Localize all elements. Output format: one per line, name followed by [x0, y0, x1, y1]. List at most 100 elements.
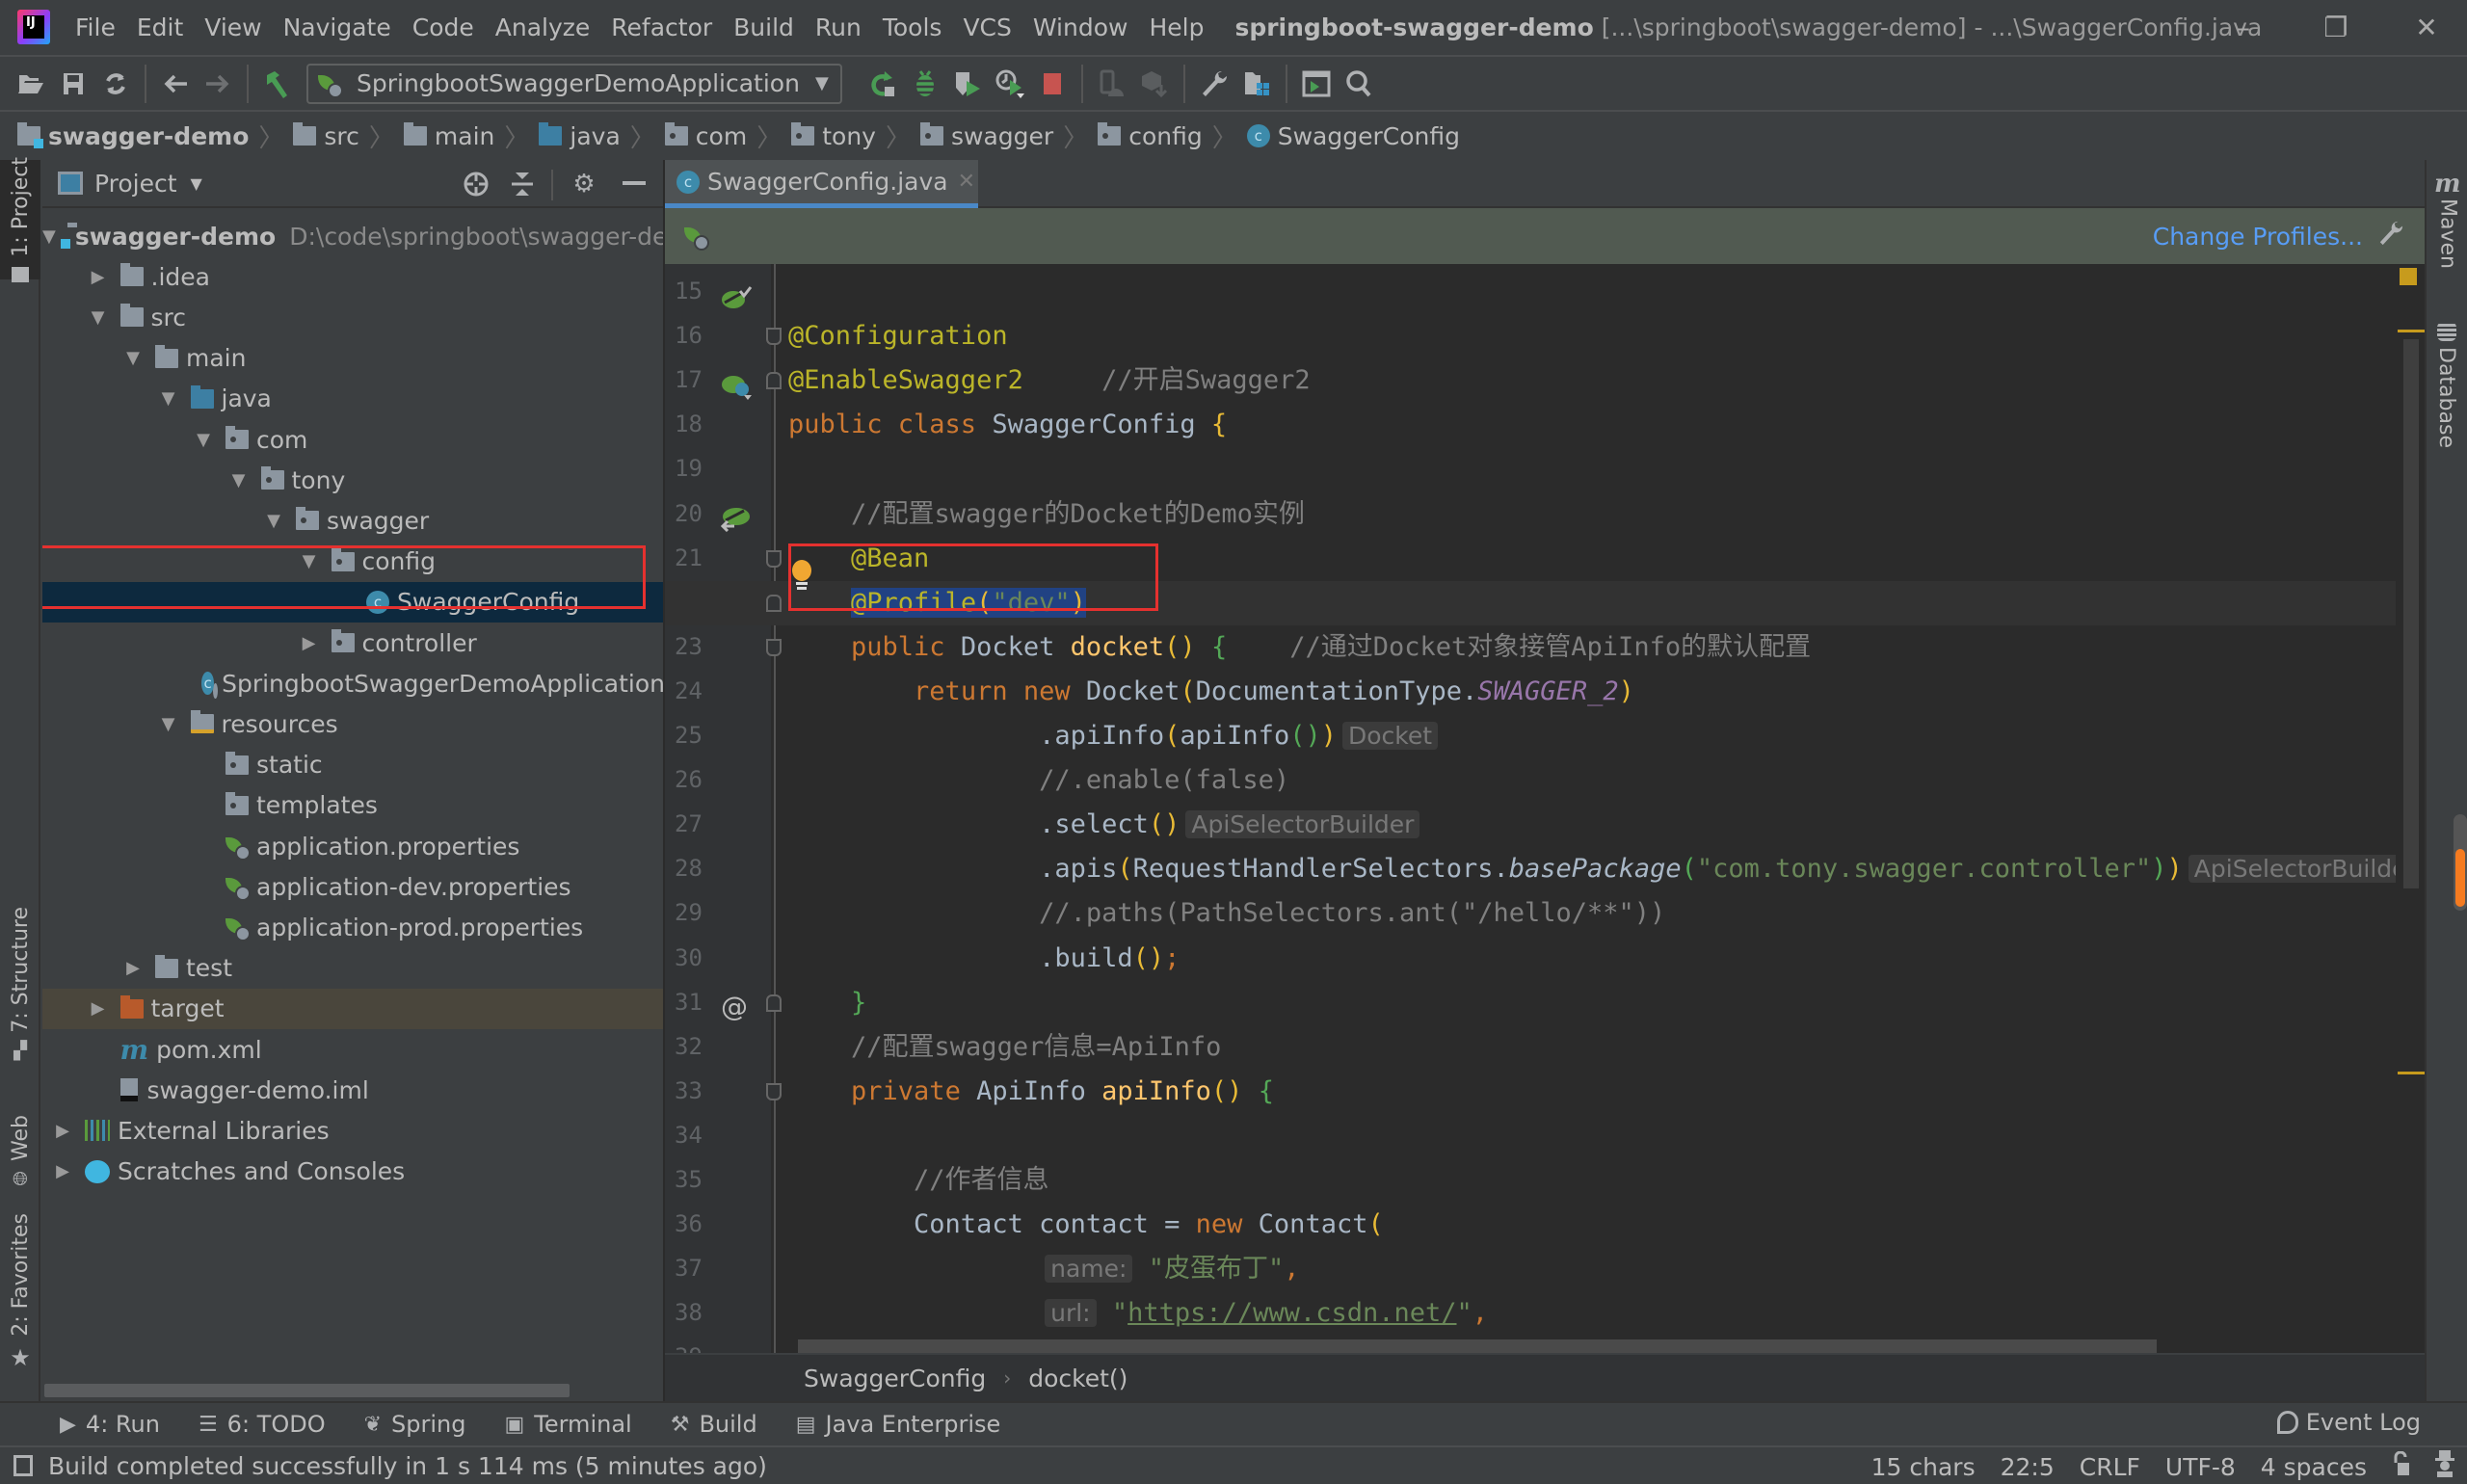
expand-arrow-icon[interactable]: ▼ — [299, 551, 320, 571]
tree-item-application-dev-properties[interactable]: application-dev.properties — [42, 866, 663, 907]
implemented-method-gutter-icon[interactable]: @ — [721, 991, 754, 1022]
tool-window-web-button[interactable]: Web 🌐︎ — [0, 1104, 40, 1201]
tree-item-scratches-and-consoles[interactable]: ▶ Scratches and Consoles — [42, 1152, 663, 1192]
menu-build[interactable]: Build — [733, 12, 794, 43]
code-line[interactable]: public class SwaggerConfig { — [665, 403, 2425, 447]
breadcrumb-item-config[interactable]: config 〉 — [1098, 119, 1247, 154]
code-line[interactable]: //配置swagger的Docket的Demo实例 — [665, 492, 2425, 537]
change-profiles-link[interactable]: Change Profiles... — [2153, 223, 2363, 251]
unlock-icon[interactable] — [2392, 1450, 2409, 1482]
tree-item-src[interactable]: ▼ src — [42, 297, 663, 337]
code-line[interactable] — [665, 447, 2425, 491]
fold-marker-icon[interactable] — [766, 328, 782, 346]
sdk-manager-icon[interactable] — [1133, 63, 1176, 105]
device-manager-icon[interactable] — [1091, 63, 1133, 105]
tool-tab-6-todo[interactable]: ☰ 6: TODO — [199, 1411, 326, 1438]
code-line[interactable]: //配置swagger信息=ApiInfo — [665, 1025, 2425, 1070]
tool-windows-toggle-icon[interactable] — [13, 1455, 33, 1476]
tree-item-static[interactable]: static — [42, 745, 663, 785]
error-stripe-marker[interactable] — [2398, 1072, 2425, 1074]
sync-icon[interactable] — [94, 63, 137, 105]
breadcrumb-item-java[interactable]: java 〉 — [539, 119, 664, 154]
code-line[interactable]: .select() ApiSelectorBuilder — [665, 803, 2425, 847]
build-hammer-icon[interactable] — [256, 63, 299, 105]
profile-run-icon[interactable] — [989, 63, 1031, 105]
menu-navigate[interactable]: Navigate — [283, 12, 391, 43]
stop-icon[interactable] — [1031, 63, 1074, 105]
tree-item-templates[interactable]: templates — [42, 785, 663, 826]
expand-arrow-icon[interactable]: ▼ — [158, 388, 179, 409]
code-line[interactable]: Contact contact = new Contact( — [665, 1203, 2425, 1247]
tool-tab-4-run[interactable]: ▶ 4: Run — [60, 1411, 160, 1438]
tool-window-project-button[interactable]: 1: Project — [0, 157, 40, 282]
tab-swaggerconfig-java[interactable]: c SwaggerConfig.java ✕ — [665, 160, 978, 208]
breadcrumb-item-swagger[interactable]: swagger 〉 — [919, 119, 1098, 154]
tool-window-database-button[interactable]: Database — [2434, 322, 2458, 448]
collapse-arrow-icon[interactable]: ▶ — [122, 958, 144, 978]
code-line[interactable]: public Docket docket() { //通过Docket对象接管A… — [665, 625, 2425, 670]
fold-marker-icon[interactable] — [766, 994, 782, 1012]
tree-item-java[interactable]: ▼ java — [42, 379, 663, 419]
menu-view[interactable]: View — [204, 12, 261, 43]
rerun-icon[interactable] — [862, 63, 904, 105]
breadcrumb-item-swagger-demo[interactable]: swagger-demo 〉 — [17, 119, 293, 154]
fold-marker-icon[interactable] — [766, 638, 782, 656]
menu-tools[interactable]: Tools — [883, 12, 942, 43]
menu-file[interactable]: File — [75, 12, 116, 43]
tree-item-swaggerconfig[interactable]: c SwaggerConfig — [42, 581, 663, 623]
tree-item-swagger-demo-iml[interactable]: swagger-demo.iml — [42, 1070, 663, 1110]
inspector-icon[interactable] — [2434, 1450, 2455, 1483]
restore-button[interactable]: ❐ — [2307, 8, 2365, 46]
hide-panel-icon[interactable] — [615, 165, 653, 203]
tree-item-swagger-demo[interactable]: ▼ swagger-demo D:\code\springboot\swagger-… — [42, 216, 663, 256]
open-icon[interactable] — [10, 63, 52, 105]
spring-configuration-gutter-icon[interactable] — [721, 285, 754, 310]
line-separator[interactable]: CRLF — [2080, 1453, 2140, 1481]
scroll-thumb[interactable] — [2403, 339, 2419, 888]
menu-refactor[interactable]: Refactor — [611, 12, 712, 43]
code-line[interactable]: name: "皮蛋布丁", — [665, 1247, 2425, 1291]
code-line[interactable]: //.paths(PathSelectors.ant("/hello/**")) — [665, 891, 2425, 936]
collapse-arrow-icon[interactable]: ▶ — [88, 267, 109, 287]
code-line[interactable]: .apiInfo(apiInfo()) Docket — [665, 714, 2425, 758]
tree-item-resources[interactable]: ▼ resources — [42, 703, 663, 744]
tree-item--idea[interactable]: ▶ .idea — [42, 256, 663, 297]
code-line[interactable]: @Bean — [665, 537, 2425, 581]
menu-code[interactable]: Code — [412, 12, 474, 43]
tool-tab-build[interactable]: ⚒ Build — [671, 1411, 757, 1438]
editor-vertical-scrollbar[interactable] — [2396, 264, 2425, 1353]
tool-window-favorites-button[interactable]: 2: Favorites ★ — [0, 1213, 40, 1371]
tree-item-swagger[interactable]: ▼ swagger — [42, 500, 663, 541]
run-configuration-selector[interactable]: SpringbootSwaggerDemoApplication ▼ — [306, 63, 842, 104]
close-window-button[interactable]: ✕ — [2398, 8, 2455, 46]
back-icon[interactable] — [154, 63, 197, 105]
tree-item-tony[interactable]: ▼ tony — [42, 460, 663, 500]
indent-setting[interactable]: 4 spaces — [2261, 1453, 2367, 1481]
locate-file-icon[interactable] — [457, 165, 495, 203]
forward-icon[interactable] — [197, 63, 239, 105]
breadcrumb-item-tony[interactable]: tony 〉 — [791, 119, 920, 154]
event-log-button[interactable]: Event Log — [2276, 1409, 2421, 1436]
expand-arrow-icon[interactable]: ▼ — [228, 470, 250, 490]
tree-item-external-libraries[interactable]: ▶ External Libraries — [42, 1110, 663, 1151]
code-line[interactable]: //.enable(false) — [665, 758, 2425, 803]
code-line[interactable]: .build(); — [665, 937, 2425, 981]
close-tab-icon[interactable]: ✕ — [958, 170, 975, 194]
expand-arrow-icon[interactable]: ▼ — [158, 714, 179, 734]
menu-analyze[interactable]: Analyze — [495, 12, 591, 43]
code-line[interactable]: .apis(RequestHandlerSelectors.basePackag… — [665, 847, 2425, 891]
tree-item-application-prod-properties[interactable]: application-prod.properties — [42, 907, 663, 947]
search-icon[interactable] — [1338, 63, 1380, 105]
tree-item-application-properties[interactable]: application.properties — [42, 826, 663, 866]
debug-icon[interactable] — [904, 63, 946, 105]
code-line[interactable]: @EnableSwagger2 //开启Swagger2 — [665, 358, 2425, 403]
breadcrumb-item-main[interactable]: main 〉 — [403, 119, 539, 154]
code-line[interactable]: return new Docket(DocumentationType.SWAG… — [665, 670, 2425, 714]
code-line[interactable] — [665, 270, 2425, 314]
menu-run[interactable]: Run — [815, 12, 862, 43]
tool-tab-spring[interactable]: ❦ Spring — [364, 1411, 466, 1438]
wrench-icon[interactable] — [2378, 220, 2403, 253]
lightbulb-icon[interactable] — [790, 559, 813, 597]
breadcrumb-item-swaggerconfig[interactable]: c SwaggerConfig — [1246, 122, 1460, 150]
run-anything-icon[interactable] — [1295, 63, 1338, 105]
